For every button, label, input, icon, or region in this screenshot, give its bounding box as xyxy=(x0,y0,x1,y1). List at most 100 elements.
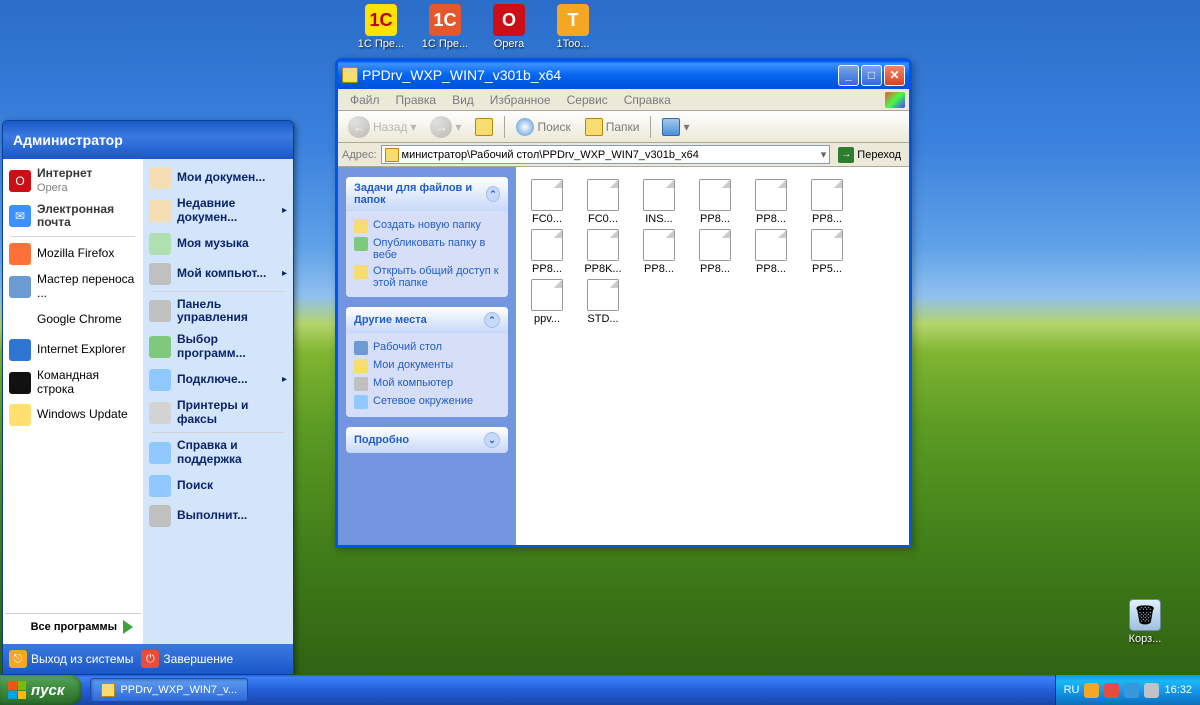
desktop-icon-1c-1[interactable]: 1C 1C Пре... xyxy=(356,4,406,50)
panel-header[interactable]: Другие места⌃ xyxy=(346,307,508,333)
tray-icon[interactable] xyxy=(1084,683,1099,698)
menu-view[interactable]: Вид xyxy=(444,91,482,109)
start-menu: Администратор O ИнтернетOpera ✉ Электрон… xyxy=(2,120,294,675)
file-item[interactable]: FC0... xyxy=(580,179,626,225)
panel-header[interactable]: Задачи для файлов и папок⌃ xyxy=(346,177,508,211)
recycle-bin-icon[interactable]: 🗑 Корз... xyxy=(1120,599,1170,645)
start-item-4[interactable]: Командная строка xyxy=(5,365,141,401)
start-right-item-9[interactable]: Поиск xyxy=(145,471,291,501)
chevron-up-icon: ⌃ xyxy=(486,186,500,202)
file-icon xyxy=(587,279,619,311)
minimize-button[interactable]: _ xyxy=(838,65,859,86)
task-publish[interactable]: Опубликовать папку в вебе xyxy=(354,235,500,263)
menu-help[interactable]: Справка xyxy=(616,91,679,109)
menu-favorites[interactable]: Избранное xyxy=(482,91,559,109)
file-item[interactable]: PP8... xyxy=(636,229,682,275)
file-icon xyxy=(643,229,675,261)
go-button[interactable]: →Переход xyxy=(834,146,905,164)
shutdown-button[interactable]: ⏻Завершение xyxy=(141,650,233,668)
address-input[interactable]: министратор\Рабочий стол\PPDrv_WXP_WIN7_… xyxy=(381,145,831,164)
chevron-down-icon: ⌄ xyxy=(484,432,500,448)
desktop-icon-1tool[interactable]: T 1Too... xyxy=(548,4,598,50)
start-right-item-5[interactable]: Выбор программ... xyxy=(145,329,291,365)
start-right-item-3[interactable]: Мой компьют...▸ xyxy=(145,259,291,289)
file-icon xyxy=(699,229,731,261)
explorer-window: PPDrv_WXP_WIN7_v301b_x64 _ □ ✕ Файл Прав… xyxy=(335,58,912,548)
views-button[interactable]: ▾ xyxy=(656,115,695,139)
start-right-item-7[interactable]: Принтеры и факсы xyxy=(145,395,291,431)
file-item[interactable]: PP8... xyxy=(692,229,738,275)
all-programs-button[interactable]: Все программы xyxy=(5,613,141,640)
start-menu-user: Администратор xyxy=(3,121,293,159)
logoff-button[interactable]: ⎋Выход из системы xyxy=(9,650,133,668)
place-desktop[interactable]: Рабочий стол xyxy=(354,339,500,357)
start-right-item-0[interactable]: Мои докумен... xyxy=(145,163,291,193)
file-icon xyxy=(587,229,619,261)
titlebar[interactable]: PPDrv_WXP_WIN7_v301b_x64 _ □ ✕ xyxy=(338,61,909,89)
desktop-icon-1c-2[interactable]: 1C 1C Пре... xyxy=(420,4,470,50)
desktop-icon-opera[interactable]: O Opera xyxy=(484,4,534,50)
tray-icon[interactable] xyxy=(1104,683,1119,698)
file-item[interactable]: STD... xyxy=(580,279,626,325)
system-tray: RU 16:32 xyxy=(1055,675,1200,705)
place-documents[interactable]: Мои документы xyxy=(354,357,500,375)
toolbar: ←Назад ▾ →▾ Поиск Папки ▾ xyxy=(338,111,909,143)
file-item[interactable]: ppv... xyxy=(524,279,570,325)
desktop-icons-row: 1C 1C Пре... 1C 1C Пре... O Opera T 1Too… xyxy=(356,4,598,50)
start-right-item-6[interactable]: Подключе...▸ xyxy=(145,365,291,395)
file-item[interactable]: PP8... xyxy=(692,179,738,225)
search-button[interactable]: Поиск xyxy=(510,115,576,139)
start-right-item-2[interactable]: Моя музыка xyxy=(145,229,291,259)
taskbar-task-explorer[interactable]: PPDrv_WXP_WIN7_v... xyxy=(90,678,248,702)
pinned-internet[interactable]: O ИнтернетOpera xyxy=(5,163,141,199)
file-item[interactable]: PP8... xyxy=(748,179,794,225)
start-right-item-8[interactable]: Справка и поддержка xyxy=(145,435,291,471)
menubar: Файл Правка Вид Избранное Сервис Справка xyxy=(338,89,909,111)
pinned-email[interactable]: ✉ Электронная почта xyxy=(5,199,141,235)
file-icon xyxy=(811,179,843,211)
panel-header[interactable]: Подробно⌄ xyxy=(346,427,508,453)
clock[interactable]: 16:32 xyxy=(1164,684,1192,696)
start-item-2[interactable]: Google Chrome xyxy=(5,305,141,335)
forward-button[interactable]: →▾ xyxy=(424,113,467,141)
start-item-3[interactable]: Internet Explorer xyxy=(5,335,141,365)
file-item[interactable]: PP5... xyxy=(804,229,850,275)
language-indicator[interactable]: RU xyxy=(1064,684,1080,696)
place-computer[interactable]: Мой компьютер xyxy=(354,375,500,393)
panel-details: Подробно⌄ xyxy=(346,427,508,453)
folder-icon xyxy=(342,67,358,83)
back-button[interactable]: ←Назад ▾ xyxy=(342,113,422,141)
file-item[interactable]: PP8K... xyxy=(580,229,626,275)
task-share[interactable]: Открыть общий доступ к этой папке xyxy=(354,263,500,291)
close-button[interactable]: ✕ xyxy=(884,65,905,86)
file-item[interactable]: INS... xyxy=(636,179,682,225)
maximize-button[interactable]: □ xyxy=(861,65,882,86)
file-list[interactable]: FC0...FC0...INS...PP8...PP8...PP8...PP8.… xyxy=(516,167,909,545)
file-item[interactable]: PP8... xyxy=(748,229,794,275)
folders-button[interactable]: Папки xyxy=(579,115,646,139)
file-item[interactable]: PP8... xyxy=(804,179,850,225)
menu-tools[interactable]: Сервис xyxy=(559,91,616,109)
tray-icon[interactable] xyxy=(1124,683,1139,698)
start-item-1[interactable]: Мастер переноса ... xyxy=(5,269,141,305)
tray-volume-icon[interactable] xyxy=(1144,683,1159,698)
desktop: 1C 1C Пре... 1C 1C Пре... O Opera T 1Too… xyxy=(0,0,1200,705)
file-item[interactable]: PP8... xyxy=(524,229,570,275)
place-network[interactable]: Сетевое окружение xyxy=(354,393,500,411)
menu-file[interactable]: Файл xyxy=(342,91,388,109)
start-right-item-10[interactable]: Выполнит... xyxy=(145,501,291,531)
address-label: Адрес: xyxy=(342,149,377,161)
start-right-item-1[interactable]: Недавние докумен...▸ xyxy=(145,193,291,229)
start-button[interactable]: пуск xyxy=(0,675,82,705)
menu-edit[interactable]: Правка xyxy=(388,91,445,109)
start-right-item-4[interactable]: Панель управления xyxy=(145,294,291,330)
up-button[interactable] xyxy=(469,115,499,139)
arrow-right-icon xyxy=(123,620,133,634)
start-menu-right: Мои докумен...Недавние докумен...▸Моя му… xyxy=(143,159,293,644)
start-item-5[interactable]: Windows Update xyxy=(5,400,141,430)
start-item-0[interactable]: Mozilla Firefox xyxy=(5,239,141,269)
file-icon xyxy=(699,179,731,211)
file-icon xyxy=(811,229,843,261)
task-new-folder[interactable]: Создать новую папку xyxy=(354,217,500,235)
file-item[interactable]: FC0... xyxy=(524,179,570,225)
